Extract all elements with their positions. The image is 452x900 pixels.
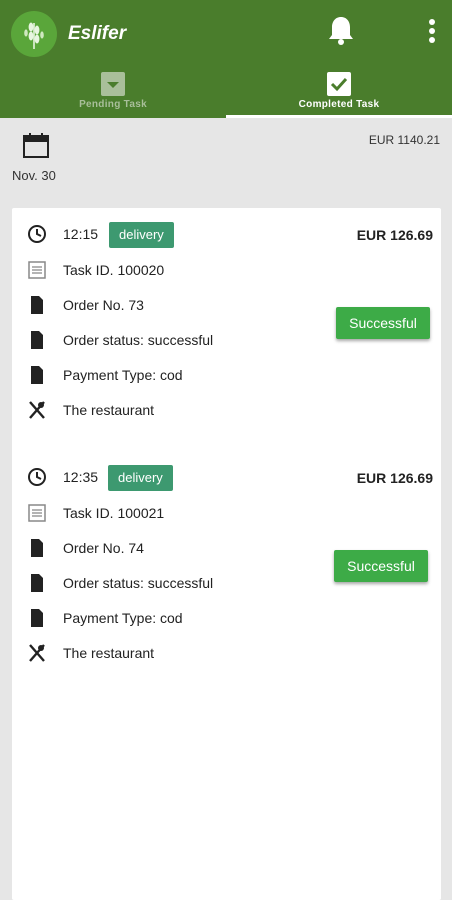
successful-button[interactable]: Successful <box>334 550 428 582</box>
order-number: Order No. 73 <box>63 297 144 313</box>
more-options-icon[interactable] <box>420 16 444 46</box>
task-id-row: Task ID. 100020 <box>12 258 312 282</box>
task-time: 12:15 <box>63 226 99 242</box>
order-status: Order status: successful <box>63 575 214 591</box>
order-number: Order No. 74 <box>63 540 144 556</box>
payment-type-row: Payment Type: cod <box>12 606 312 630</box>
completed-task-icon <box>327 72 351 96</box>
tab-label: Completed Task <box>298 99 380 110</box>
document-icon <box>26 295 48 315</box>
document-icon <box>26 573 48 593</box>
successful-button[interactable]: Successful <box>336 307 430 339</box>
task-id: Task ID. 100021 <box>63 505 165 521</box>
app-title: Eslifer <box>68 23 127 44</box>
tab-label: Pending Task <box>79 99 147 110</box>
order-status: Order status: successful <box>63 332 214 348</box>
date-label: Nov. 30 <box>12 168 56 183</box>
time-row: 12:15 delivery <box>12 222 312 248</box>
payment-type-row: Payment Type: cod <box>12 363 312 387</box>
document-icon <box>26 608 48 628</box>
utensils-icon <box>26 643 48 663</box>
document-icon <box>26 330 48 350</box>
calendar-icon[interactable] <box>22 133 50 159</box>
task-time: 12:35 <box>63 469 99 485</box>
bell-icon[interactable] <box>326 14 356 46</box>
time-row: 12:35 delivery <box>12 465 312 491</box>
task-amount: EUR 126.69 <box>356 470 433 486</box>
restaurant-row: The restaurant <box>12 641 312 665</box>
order-no-row: Order No. 74 <box>12 536 312 560</box>
task-type-badge: delivery <box>108 465 173 491</box>
order-status-row: Order status: successful <box>12 328 312 352</box>
tab-indicator <box>226 115 452 118</box>
task-item[interactable]: 12:15 delivery EUR 126.69 Task ID. 10002… <box>12 222 441 442</box>
clock-icon <box>26 467 48 487</box>
task-list-card: 12:15 delivery EUR 126.69 Task ID. 10002… <box>12 208 441 900</box>
task-amount: EUR 126.69 <box>356 227 433 243</box>
app-logo <box>11 11 57 57</box>
task-id-row: Task ID. 100021 <box>12 501 312 525</box>
list-icon <box>26 503 48 523</box>
clock-icon <box>26 224 48 244</box>
order-no-row: Order No. 73 <box>12 293 312 317</box>
order-status-row: Order status: successful <box>12 571 312 595</box>
app-bar: Eslifer Pending Task Completed Task <box>0 0 452 118</box>
task-type-badge: delivery <box>109 222 174 248</box>
document-icon <box>26 365 48 385</box>
restaurant-name: The restaurant <box>63 402 155 418</box>
task-item[interactable]: 12:35 delivery EUR 126.69 Task ID. 10002… <box>12 465 441 685</box>
payment-type: Payment Type: cod <box>63 610 183 626</box>
task-id: Task ID. 100020 <box>63 262 165 278</box>
document-icon <box>26 538 48 558</box>
list-icon <box>26 260 48 280</box>
tab-pending-task[interactable]: Pending Task <box>0 70 226 116</box>
total-amount: EUR 1140.21 <box>368 133 440 147</box>
pending-task-icon <box>101 72 125 96</box>
tab-completed-task[interactable]: Completed Task <box>226 70 452 116</box>
restaurant-name: The restaurant <box>63 645 155 661</box>
payment-type: Payment Type: cod <box>63 367 183 383</box>
restaurant-row: The restaurant <box>12 398 312 422</box>
utensils-icon <box>26 400 48 420</box>
